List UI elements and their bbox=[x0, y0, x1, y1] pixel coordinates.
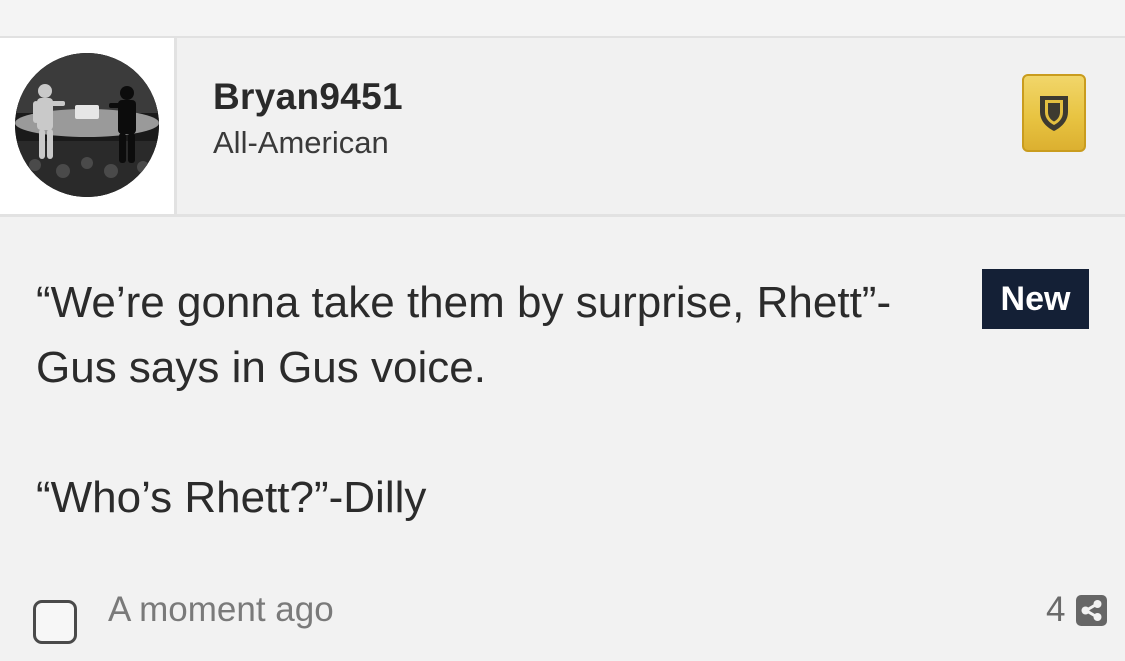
post-body-line: “Who’s Rhett?”-Dilly bbox=[36, 473, 427, 522]
shield-icon bbox=[1040, 96, 1068, 131]
share-button[interactable] bbox=[1076, 595, 1107, 626]
rank-badge[interactable] bbox=[1022, 74, 1086, 152]
post-body: “We’re gonna take them by surprise, Rhet… bbox=[36, 270, 976, 530]
post-body-line: Gus says in Gus voice. bbox=[36, 343, 486, 392]
avatar-image bbox=[15, 53, 159, 197]
post-header: Bryan9451 All-American bbox=[0, 38, 1125, 217]
author-rank: All-American bbox=[213, 125, 389, 160]
share-count: 4 bbox=[1046, 590, 1066, 629]
top-band bbox=[0, 0, 1125, 38]
author-username[interactable]: Bryan9451 bbox=[213, 76, 403, 118]
avatar[interactable] bbox=[15, 53, 159, 197]
share-icon bbox=[1076, 595, 1107, 626]
new-badge: New bbox=[982, 269, 1089, 329]
post-body-line: “We’re gonna take them by surprise, Rhet… bbox=[36, 278, 892, 327]
post-timestamp: A moment ago bbox=[108, 590, 334, 629]
select-checkbox[interactable] bbox=[33, 600, 77, 644]
avatar-container[interactable] bbox=[0, 38, 177, 214]
